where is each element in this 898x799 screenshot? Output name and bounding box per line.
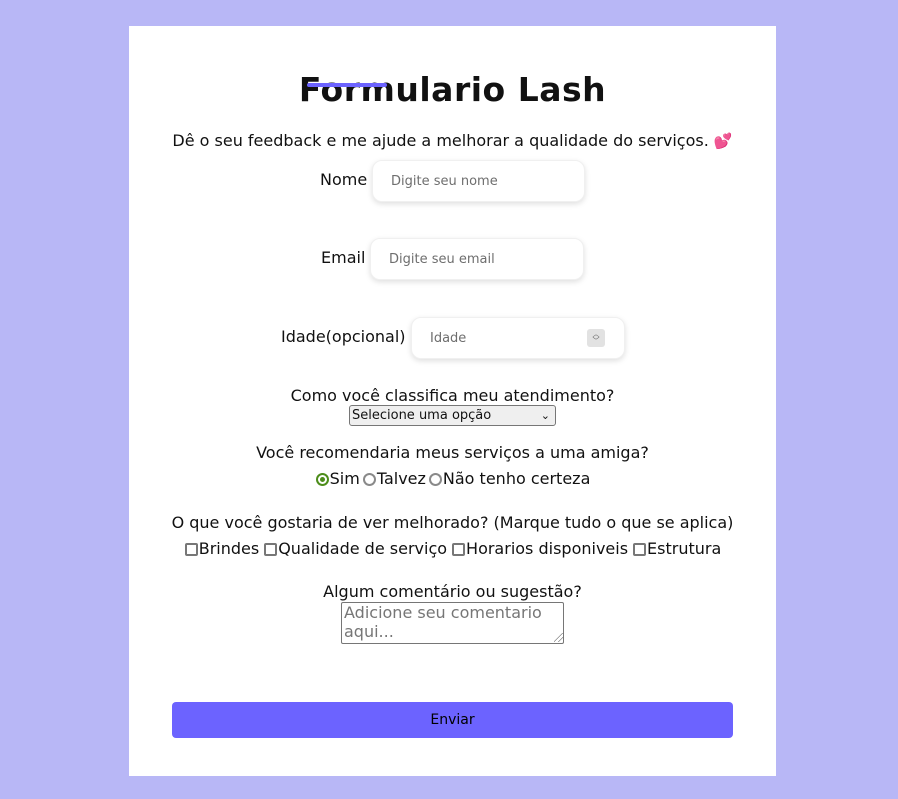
rating-select[interactable]: Selecione uma opção ⌄ [349, 405, 556, 426]
form-card: Formulario Lash Dê o seu feedback e me a… [129, 26, 776, 776]
radio-nao-tenho-certeza[interactable] [428, 472, 442, 486]
radio-label-sim: Sim [329, 469, 360, 488]
checkbox-brindes[interactable] [184, 542, 198, 556]
radio-talvez[interactable] [362, 472, 376, 486]
radio-label-nao-tenho-certeza: Não tenho certeza [442, 469, 591, 488]
rating-question: Como você classifica meu atendimento? [290, 386, 615, 405]
checkbox-horarios[interactable] [452, 542, 466, 556]
radio-sim[interactable] [315, 472, 329, 486]
resize-grip-icon[interactable] [554, 633, 563, 642]
name-input[interactable] [372, 160, 585, 202]
email-label: Email [321, 248, 366, 267]
checkbox-label-qualidade: Qualidade de serviço [278, 539, 448, 558]
rating-select-value: Selecione uma opção [352, 408, 492, 423]
checkbox-label-estrutura: Estrutura [647, 539, 722, 558]
chevron-down-icon: ⌄ [540, 409, 550, 422]
checkbox-label-brindes: Brindes [198, 539, 260, 558]
checkbox-estrutura[interactable] [633, 542, 647, 556]
checkbox-qualidade[interactable] [264, 542, 278, 556]
radio-label-talvez: Talvez [376, 469, 426, 488]
page-title: Formulario Lash [298, 70, 607, 109]
checkbox-label-horarios: Horarios disponiveis [466, 539, 629, 558]
recommend-options: Sim Talvez Não tenho certeza [129, 469, 776, 489]
email-input[interactable] [370, 238, 584, 280]
form-subtitle: Dê o seu feedback e me ajude a melhorar … [129, 131, 776, 151]
recommend-question: Você recomendaria meus serviços a uma am… [256, 443, 649, 462]
title-underline [307, 83, 387, 87]
spinner-arrows-icon[interactable]: ︿ ﹀ [587, 329, 605, 347]
comment-textarea[interactable] [341, 602, 564, 644]
subtitle-text: Dê o seu feedback e me ajude a melhorar … [172, 131, 709, 150]
age-label: Idade(opcional) [281, 327, 406, 346]
submit-button[interactable]: Enviar [172, 702, 733, 738]
improve-question: O que você gostaria de ver melhorado? (M… [171, 513, 734, 532]
comment-question: Algum comentário ou sugestão? [323, 582, 582, 601]
hearts-emoji-icon: 💕 [713, 132, 733, 150]
name-label: Nome [320, 170, 368, 189]
improve-options: Brindes Qualidade de serviço Horarios di… [129, 539, 776, 559]
